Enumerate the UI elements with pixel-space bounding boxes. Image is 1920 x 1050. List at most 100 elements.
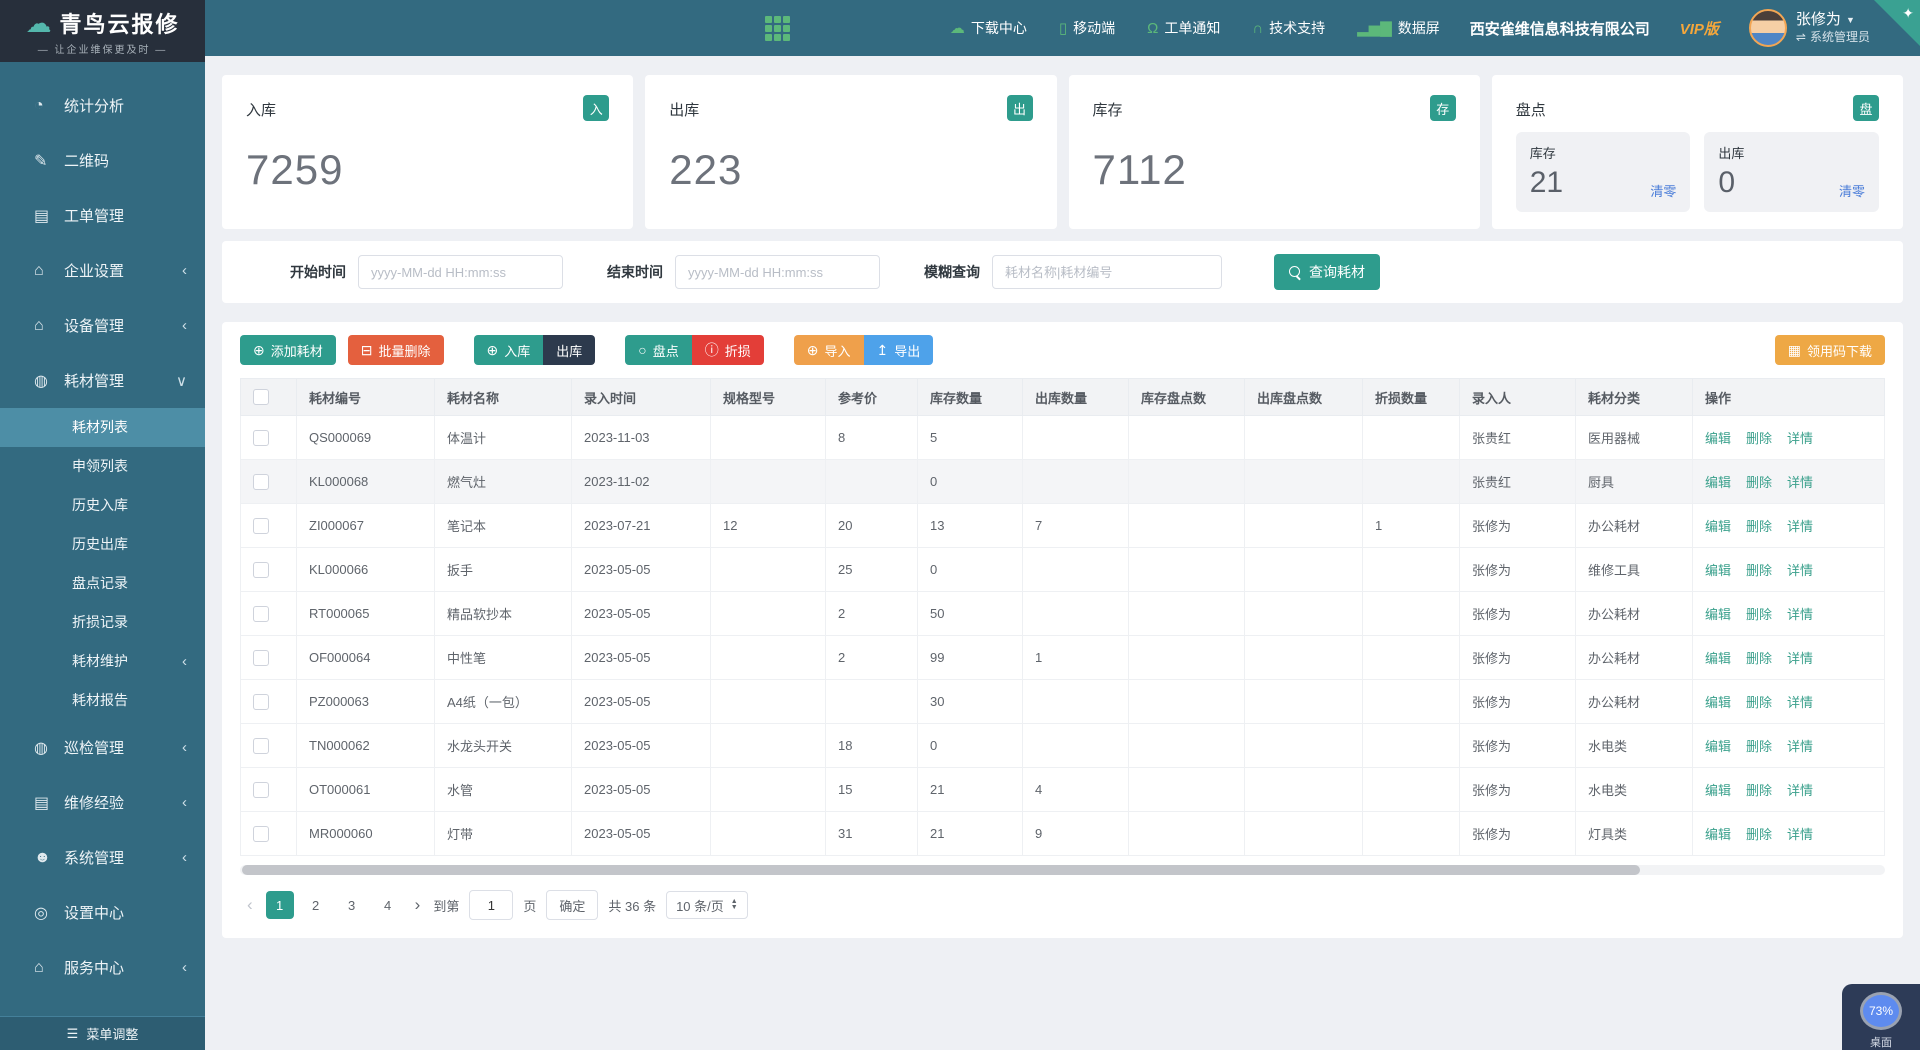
- sidebar-item-settings[interactable]: ◎设置中心: [0, 885, 205, 940]
- detail-link[interactable]: 详情: [1787, 783, 1813, 798]
- page-button-4[interactable]: 4: [374, 891, 402, 919]
- apps-grid-icon[interactable]: [765, 16, 790, 41]
- delete-link[interactable]: 删除: [1746, 431, 1772, 446]
- end-time-input[interactable]: [675, 255, 880, 289]
- add-consumable-button[interactable]: ⊕ 添加耗材: [240, 335, 336, 365]
- row-checkbox[interactable]: [253, 694, 269, 710]
- delete-link[interactable]: 删除: [1746, 563, 1772, 578]
- edit-link[interactable]: 编辑: [1705, 475, 1731, 490]
- sidebar-subitem-history-in[interactable]: 历史入库: [0, 486, 205, 525]
- edit-link[interactable]: 编辑: [1705, 695, 1731, 710]
- detail-link[interactable]: 详情: [1787, 519, 1813, 534]
- avatar[interactable]: [1749, 9, 1787, 47]
- detail-link[interactable]: 详情: [1787, 739, 1813, 754]
- goto-page-input[interactable]: [469, 890, 513, 920]
- row-checkbox[interactable]: [253, 474, 269, 490]
- sidebar-item-qrcode[interactable]: ✎二维码: [0, 133, 205, 188]
- nav-item-datascreen[interactable]: ▂▅▇数据屏: [1357, 18, 1440, 38]
- edit-link[interactable]: 编辑: [1705, 519, 1731, 534]
- edit-link[interactable]: 编辑: [1705, 563, 1731, 578]
- user-menu[interactable]: 张修为 ▼ ⇌ 系统管理员: [1749, 9, 1870, 47]
- row-checkbox[interactable]: [253, 650, 269, 666]
- claim-code-download-button[interactable]: ▦ 领用码下载: [1775, 335, 1885, 365]
- start-time-input[interactable]: [358, 255, 563, 289]
- sidebar-item-consumable[interactable]: ◍耗材管理∨: [0, 353, 205, 408]
- row-checkbox[interactable]: [253, 826, 269, 842]
- search-button[interactable]: 查询耗材: [1274, 254, 1380, 290]
- row-checkbox[interactable]: [253, 518, 269, 534]
- sidebar-item-stats[interactable]: ◔统计分析: [0, 78, 205, 133]
- clear-out-link[interactable]: 清零: [1839, 181, 1865, 200]
- delete-link[interactable]: 删除: [1746, 783, 1772, 798]
- page-button-2[interactable]: 2: [302, 891, 330, 919]
- detail-link[interactable]: 详情: [1787, 827, 1813, 842]
- detail-link[interactable]: 详情: [1787, 651, 1813, 666]
- batch-delete-button[interactable]: ⊟ 批量删除: [348, 335, 444, 365]
- stock-in-button[interactable]: ⊕ 入库: [474, 335, 544, 365]
- row-checkbox[interactable]: [253, 562, 269, 578]
- nav-item-workorder-notice[interactable]: Ω工单通知: [1147, 18, 1220, 38]
- fuzzy-search-input[interactable]: [992, 255, 1222, 289]
- company-name[interactable]: 西安雀维信息科技有限公司: [1470, 18, 1650, 39]
- sidebar-item-service[interactable]: ⌂服务中心‹: [0, 940, 205, 995]
- damage-button[interactable]: ⓘ 折损: [692, 335, 764, 365]
- export-button[interactable]: ↥ 导出: [864, 335, 934, 365]
- import-button[interactable]: ⊕ 导入: [794, 335, 864, 365]
- delete-link[interactable]: 删除: [1746, 651, 1772, 666]
- nav-item-support[interactable]: ∩技术支持: [1252, 18, 1325, 38]
- sidebar-subitem-consumable-list[interactable]: 耗材列表: [0, 408, 205, 447]
- detail-link[interactable]: 详情: [1787, 475, 1813, 490]
- logo[interactable]: ☁ 青鸟云报修 — 让企业维保更及时 —: [0, 0, 205, 62]
- vip-badge[interactable]: VIP版: [1680, 18, 1719, 39]
- sidebar-subitem-damage-records[interactable]: 折损记录: [0, 603, 205, 642]
- sidebar-item-experience[interactable]: ▤维修经验‹: [0, 775, 205, 830]
- row-checkbox[interactable]: [253, 606, 269, 622]
- chevron-left-icon: ‹: [182, 317, 187, 334]
- edit-link[interactable]: 编辑: [1705, 783, 1731, 798]
- detail-link[interactable]: 详情: [1787, 695, 1813, 710]
- detail-link[interactable]: 详情: [1787, 563, 1813, 578]
- page-button-1[interactable]: 1: [266, 891, 294, 919]
- confirm-page-button[interactable]: 确定: [546, 890, 598, 920]
- page-button-3[interactable]: 3: [338, 891, 366, 919]
- sidebar-subitem-claim-list[interactable]: 申领列表: [0, 447, 205, 486]
- row-checkbox[interactable]: [253, 782, 269, 798]
- edit-link[interactable]: 编辑: [1705, 739, 1731, 754]
- page-size-select[interactable]: 10 条/页 ▲ ▼: [666, 891, 748, 919]
- sidebar-subitem-check-records[interactable]: 盘点记录: [0, 564, 205, 603]
- sidebar-item-inspection[interactable]: ◍巡检管理‹: [0, 720, 205, 775]
- clear-stock-link[interactable]: 清零: [1650, 181, 1676, 200]
- edit-link[interactable]: 编辑: [1705, 607, 1731, 622]
- prev-page-icon[interactable]: ‹: [244, 895, 256, 915]
- delete-link[interactable]: 删除: [1746, 475, 1772, 490]
- edit-link[interactable]: 编辑: [1705, 827, 1731, 842]
- sidebar-item-menu-adjust[interactable]: ☰ 菜单调整: [0, 1016, 205, 1050]
- stocktake-button[interactable]: ○ 盘点: [625, 335, 691, 365]
- row-checkbox[interactable]: [253, 430, 269, 446]
- edit-link[interactable]: 编辑: [1705, 651, 1731, 666]
- delete-link[interactable]: 删除: [1746, 739, 1772, 754]
- table-cell: KL000066: [297, 548, 435, 592]
- delete-link[interactable]: 删除: [1746, 827, 1772, 842]
- select-all-checkbox[interactable]: [253, 389, 269, 405]
- horizontal-scrollbar-thumb[interactable]: [242, 865, 1640, 875]
- sidebar-subitem-maintenance[interactable]: 耗材维护‹: [0, 642, 205, 681]
- detail-link[interactable]: 详情: [1787, 607, 1813, 622]
- nav-item-mobile[interactable]: ▯移动端: [1059, 18, 1115, 38]
- stock-out-button[interactable]: 出库: [543, 335, 595, 365]
- next-page-icon[interactable]: ›: [412, 895, 424, 915]
- nav-item-download[interactable]: ☁下载中心: [950, 18, 1027, 38]
- sidebar-item-enterprise[interactable]: ⌂企业设置‹: [0, 243, 205, 298]
- sidebar-item-system[interactable]: ☻系统管理‹: [0, 830, 205, 885]
- row-checkbox[interactable]: [253, 738, 269, 754]
- sidebar-subitem-report[interactable]: 耗材报告: [0, 681, 205, 720]
- delete-link[interactable]: 删除: [1746, 607, 1772, 622]
- delete-link[interactable]: 删除: [1746, 519, 1772, 534]
- sidebar-item-workorder[interactable]: ▤工单管理: [0, 188, 205, 243]
- detail-link[interactable]: 详情: [1787, 431, 1813, 446]
- sidebar-item-device[interactable]: ⌂设备管理‹: [0, 298, 205, 353]
- sidebar-subitem-history-out[interactable]: 历史出库: [0, 525, 205, 564]
- desktop-progress-widget[interactable]: 73% 桌面: [1842, 984, 1920, 1050]
- delete-link[interactable]: 删除: [1746, 695, 1772, 710]
- edit-link[interactable]: 编辑: [1705, 431, 1731, 446]
